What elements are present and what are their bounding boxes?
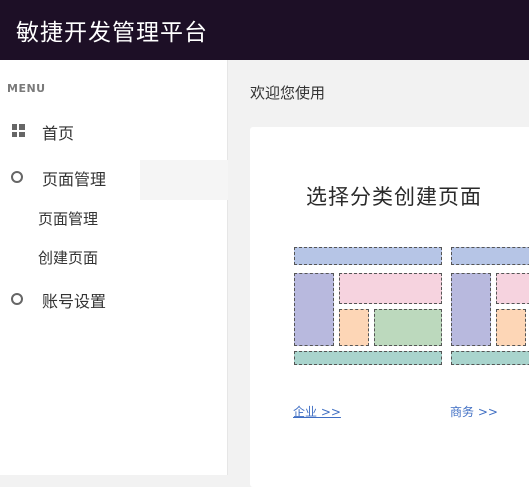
sidebar: MENU 首页 页面管理 页面管理 创建页面 账号设置 (0, 60, 228, 475)
preview-content-block (374, 309, 442, 346)
preview-side-block (496, 309, 526, 346)
category-card: 选择分类创建页面 企业 >> 商务 >> (250, 127, 529, 487)
sidebar-subitem-page-management[interactable]: 页面管理 (38, 208, 98, 229)
preview-header-block (294, 247, 442, 265)
sidebar-item-label: 页面管理 (42, 170, 107, 189)
sidebar-subitem-create-page[interactable]: 创建页面 (38, 247, 98, 268)
preview-sidebar-block (294, 273, 334, 346)
business-link[interactable]: 商务 >> (450, 403, 498, 420)
preview-banner-block (339, 273, 442, 304)
circle-icon (11, 293, 23, 305)
sidebar-item-page-management[interactable]: 页面管理 (0, 160, 228, 194)
preview-banner-block (496, 273, 529, 304)
preview-footer-block (451, 351, 529, 365)
sidebar-item-label: 账号设置 (42, 292, 107, 311)
menu-heading: MENU (7, 82, 46, 95)
sidebar-item-home[interactable]: 首页 (0, 114, 228, 148)
app-title: 敏捷开发管理平台 (16, 20, 208, 46)
dashboard-icon (12, 124, 25, 137)
enterprise-link[interactable]: 企业 >> (293, 403, 341, 420)
preview-header-block (451, 247, 529, 265)
business-layout-preview[interactable] (451, 247, 529, 365)
card-title: 选择分类创建页面 (306, 185, 482, 209)
preview-sidebar-block (451, 273, 491, 346)
welcome-breadcrumb: 欢迎您使用 (250, 84, 326, 102)
preview-footer-block (294, 351, 442, 365)
circle-icon (11, 171, 23, 183)
enterprise-layout-preview[interactable] (294, 247, 442, 365)
sidebar-item-label: 首页 (42, 124, 75, 143)
top-bar: 敏捷开发管理平台 (0, 0, 529, 60)
sidebar-item-account-settings[interactable]: 账号设置 (0, 282, 228, 316)
preview-side-block (339, 309, 369, 346)
